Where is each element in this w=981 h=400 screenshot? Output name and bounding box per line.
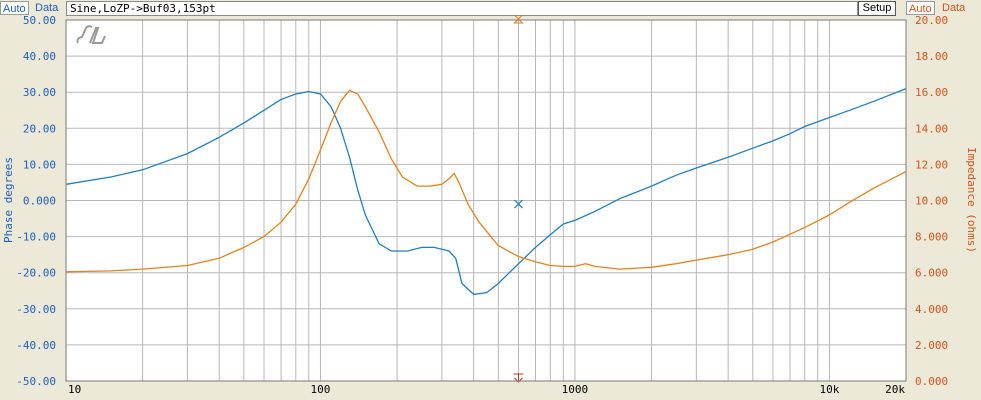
x-tick-label: 20k bbox=[885, 383, 905, 396]
left-axis-ticks: -50.00 -40.00 -30.00 -20.00 -10.00 0.000 10.00… bbox=[16, 14, 56, 388]
right-tick-label: 20.00 bbox=[915, 14, 948, 27]
x-tick-label: 100 bbox=[311, 383, 331, 396]
left-tick-label: -40.00 bbox=[16, 339, 56, 352]
x-axis-ticks: 10 100 1000 10k 20k bbox=[68, 383, 905, 396]
left-tick-label: -20.00 bbox=[16, 267, 56, 280]
left-axis-label: Phase degrees bbox=[2, 157, 15, 243]
right-tick-label: 0.000 bbox=[915, 375, 948, 388]
right-tick-label: 14.00 bbox=[915, 122, 948, 135]
left-tick-label: 10.00 bbox=[23, 158, 56, 171]
left-tick-label: 30.00 bbox=[23, 86, 56, 99]
left-tick-label: -10.00 bbox=[16, 231, 56, 244]
left-tick-label: -50.00 bbox=[16, 375, 56, 388]
x-tick-label: 10k bbox=[819, 383, 839, 396]
chart[interactable]: -50.00 -40.00 -30.00 -20.00 -10.00 0.000 10.00… bbox=[0, 0, 981, 400]
x-tick-label: 1000 bbox=[562, 383, 589, 396]
left-tick-label: 20.00 bbox=[23, 122, 56, 135]
left-tick-label: 50.00 bbox=[23, 14, 56, 27]
right-tick-label: 16.00 bbox=[915, 86, 948, 99]
right-tick-label: 10.00 bbox=[915, 195, 948, 208]
right-tick-label: 12.00 bbox=[915, 158, 948, 171]
x-tick-label: 10 bbox=[68, 383, 81, 396]
right-axis-ticks: 0.000 2.000 4.000 6.000 8.000 10.00 12.00 14.00… bbox=[915, 14, 948, 388]
right-tick-label: 8.000 bbox=[915, 231, 948, 244]
left-tick-label: -30.00 bbox=[16, 303, 56, 316]
right-axis-label: Impedance (ohms) bbox=[965, 147, 978, 253]
left-tick-label: 0.000 bbox=[23, 195, 56, 208]
right-tick-label: 2.000 bbox=[915, 339, 948, 352]
left-tick-label: 40.00 bbox=[23, 50, 56, 63]
right-tick-label: 4.000 bbox=[915, 303, 948, 316]
right-tick-label: 18.00 bbox=[915, 50, 948, 63]
right-tick-label: 6.000 bbox=[915, 267, 948, 280]
